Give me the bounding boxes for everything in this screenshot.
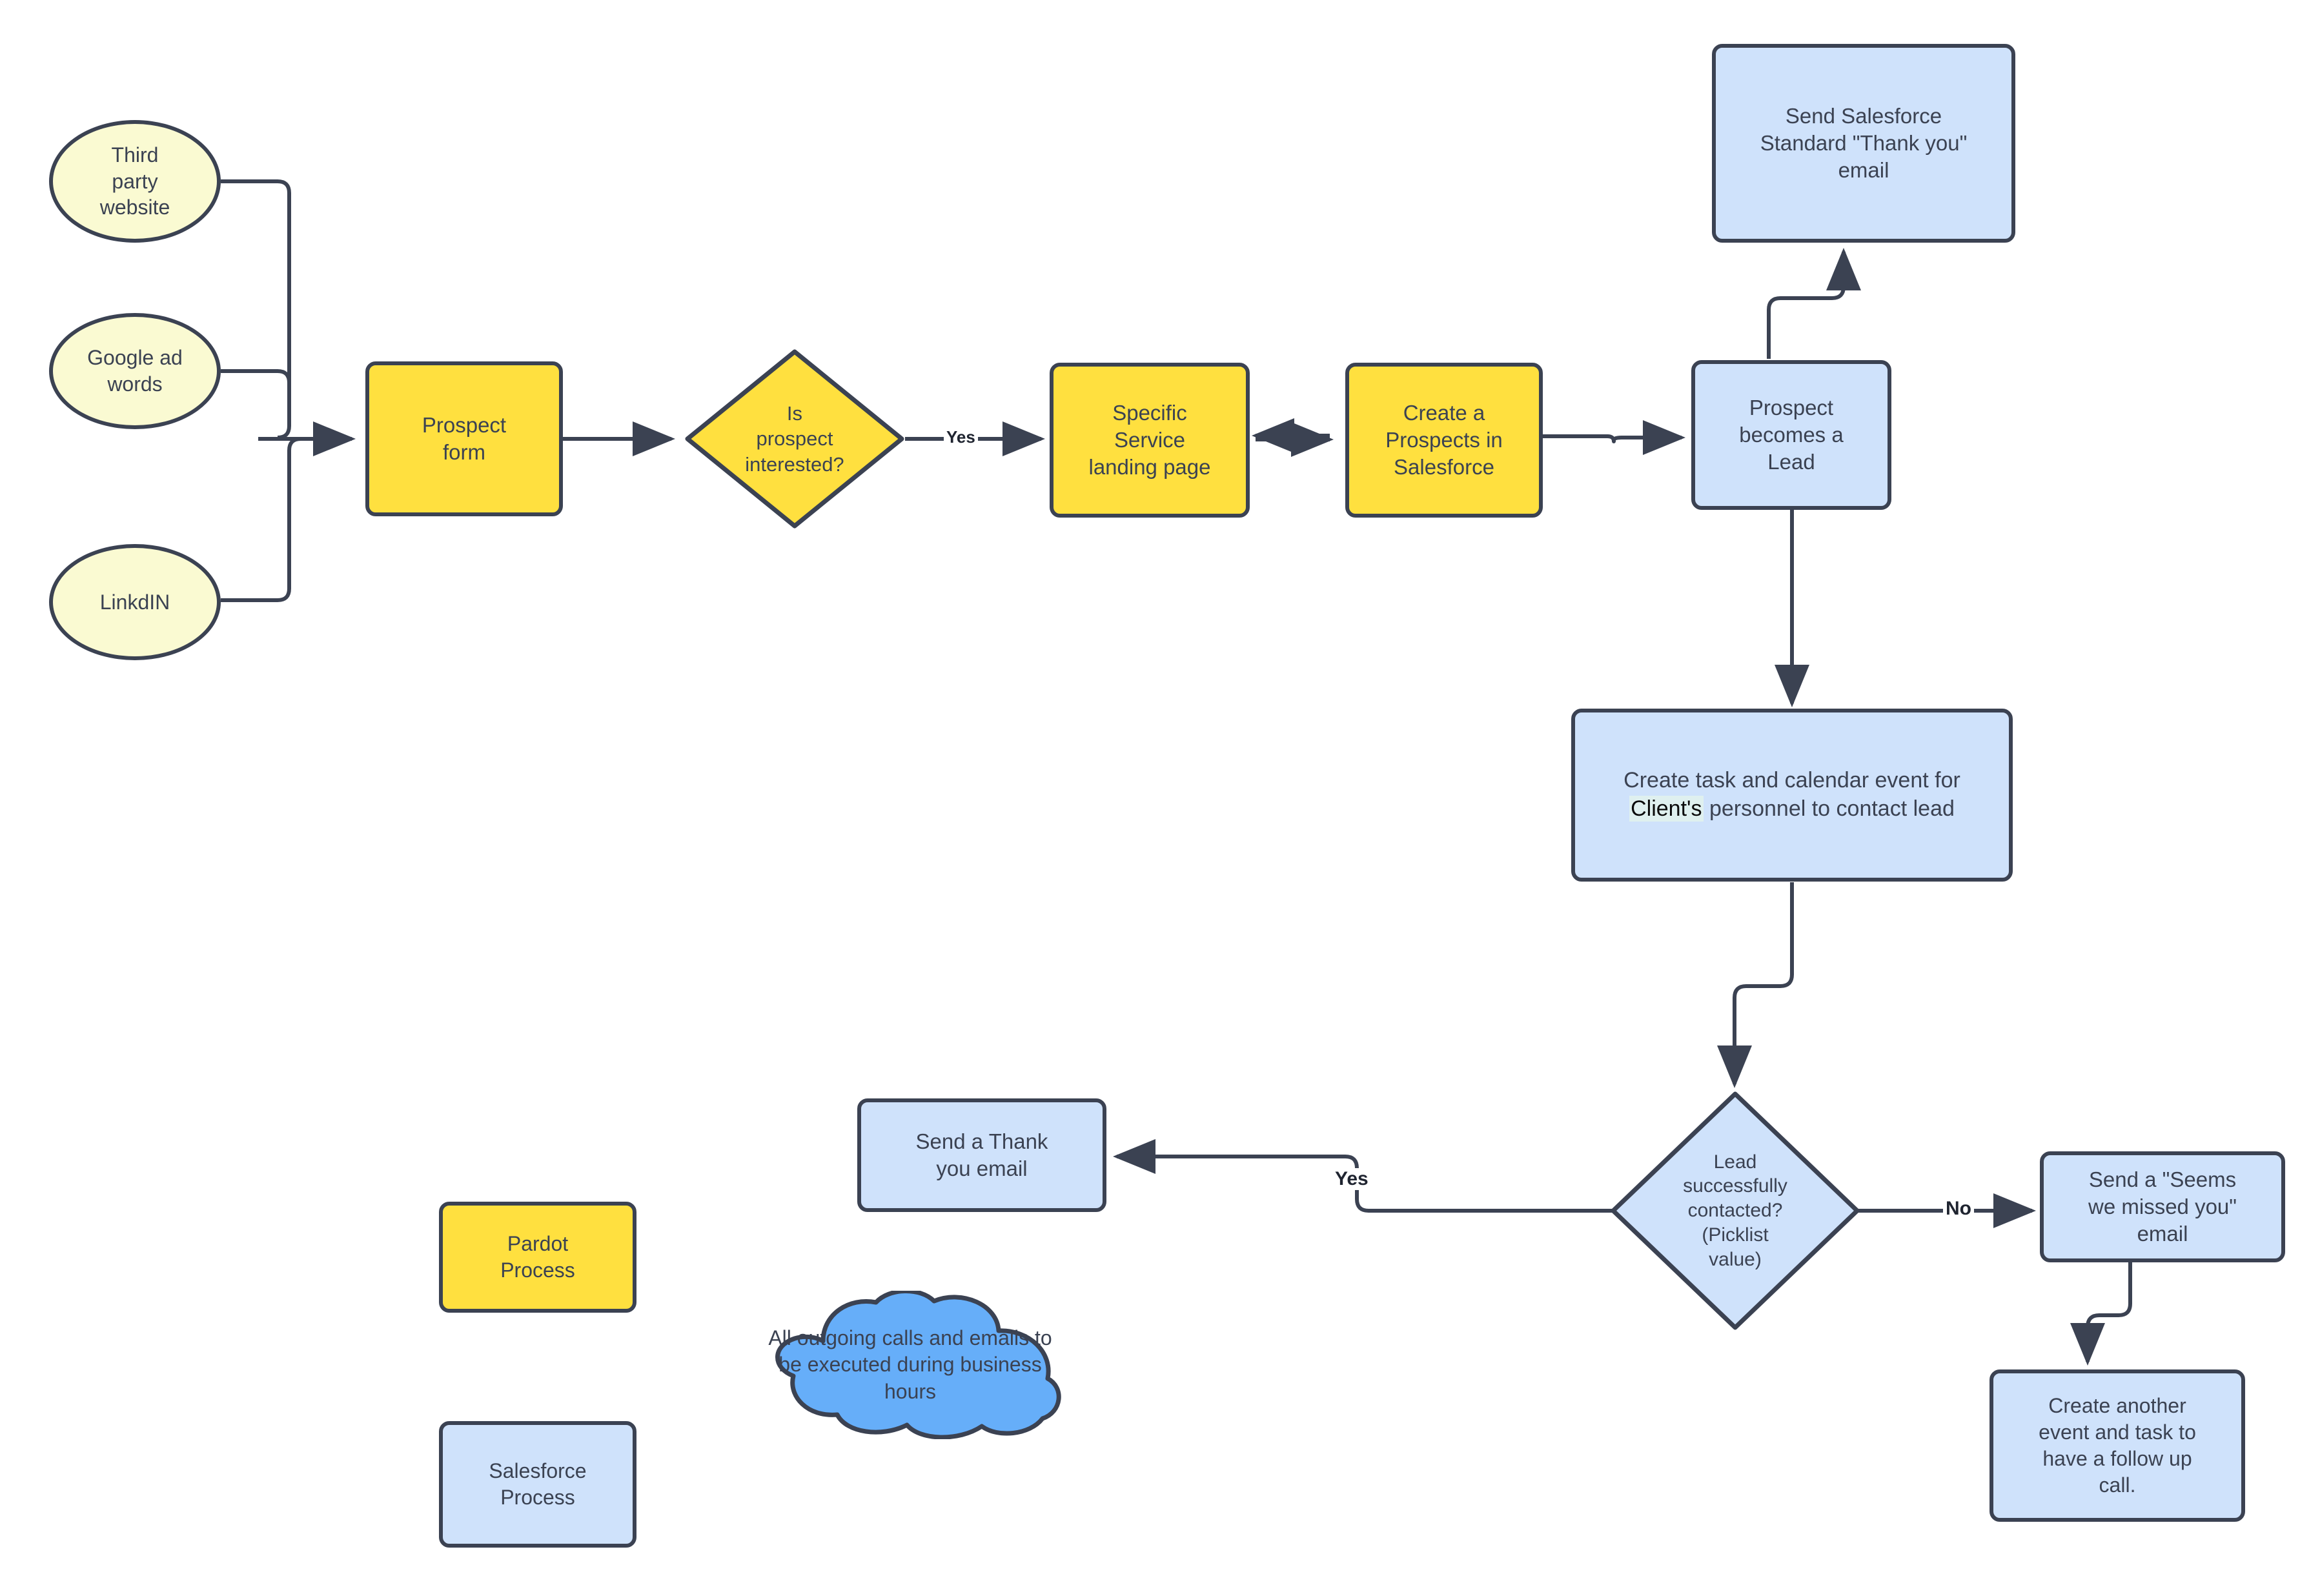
note-cloud-text: All outgoing calls and emails to be exec… (768, 1326, 1052, 1403)
node-create-task-and-calendar-event[interactable]: Create task and calendar event for Clien… (1571, 709, 2013, 882)
terminator-linkdin[interactable]: LinkdIN (49, 544, 221, 660)
create-task-suffix: personnel to contact lead (1703, 796, 1955, 821)
legend-salesforce-process: Salesforce Process (439, 1421, 636, 1548)
terminator-google-ad-words[interactable]: Google ad words (49, 313, 221, 429)
decision-lead-successfully-contacted-label: Lead successfully contacted? (Picklist v… (1683, 1151, 1787, 1270)
legend-pardot-process: Pardot Process (439, 1202, 636, 1313)
edge-label-contacted-no: No (1943, 1198, 1974, 1220)
node-send-salesforce-standard-thank-you-email[interactable]: Send Salesforce Standard "Thank you" ema… (1712, 44, 2015, 243)
edge-missedyou-to-followup (2070, 1262, 2132, 1366)
edge-createprospect-to-lead (1543, 420, 1685, 455)
decision-lead-successfully-contacted[interactable]: Lead successfully contacted? (Picklist v… (1610, 1091, 1860, 1331)
decision-is-prospect-interested-label: Is prospect interested? (745, 402, 844, 476)
flowchart-canvas: Third party website Google ad words Link… (0, 0, 2300, 1596)
edge-contacted-yes-to-thankyou (1113, 1139, 1633, 1213)
edge-label-interested-yes: Yes (944, 427, 978, 447)
create-task-text: Create task and calendar event for Clien… (1597, 767, 1987, 823)
node-prospect-becomes-a-lead[interactable]: Prospect becomes a Lead (1691, 360, 1891, 510)
create-task-prefix: Create task and calendar event for (1623, 768, 1960, 793)
edge-label-contacted-yes: Yes (1332, 1168, 1371, 1190)
edge-linkdin-to-form (221, 437, 301, 602)
node-send-a-thank-you-email[interactable]: Send a Thank you email (857, 1098, 1106, 1212)
node-prospect-form[interactable]: Prospect form (365, 361, 563, 516)
edge-lead-to-sfthankyou (1767, 248, 1861, 359)
note-cloud-business-hours: All outgoing calls and emails to be exec… (726, 1291, 1094, 1439)
edge-createtask-to-contacted (1717, 882, 1794, 1088)
node-create-another-event-and-task[interactable]: Create another event and task to have a … (1990, 1369, 2245, 1522)
edge-thirdparty-to-form (221, 179, 291, 439)
node-create-prospects-in-salesforce[interactable]: Create a Prospects in Salesforce (1345, 363, 1543, 518)
terminator-third-party-website[interactable]: Third party website (49, 120, 221, 243)
decision-is-prospect-interested[interactable]: Is prospect interested? (684, 348, 905, 529)
edge-googleads-to-form (221, 369, 291, 426)
node-send-a-seems-we-missed-you-email[interactable]: Send a "Seems we missed you" email (2040, 1151, 2285, 1262)
create-task-client-highlight: Client's (1629, 796, 1704, 822)
node-specific-service-landing-page[interactable]: Specific Service landing page (1050, 363, 1250, 518)
